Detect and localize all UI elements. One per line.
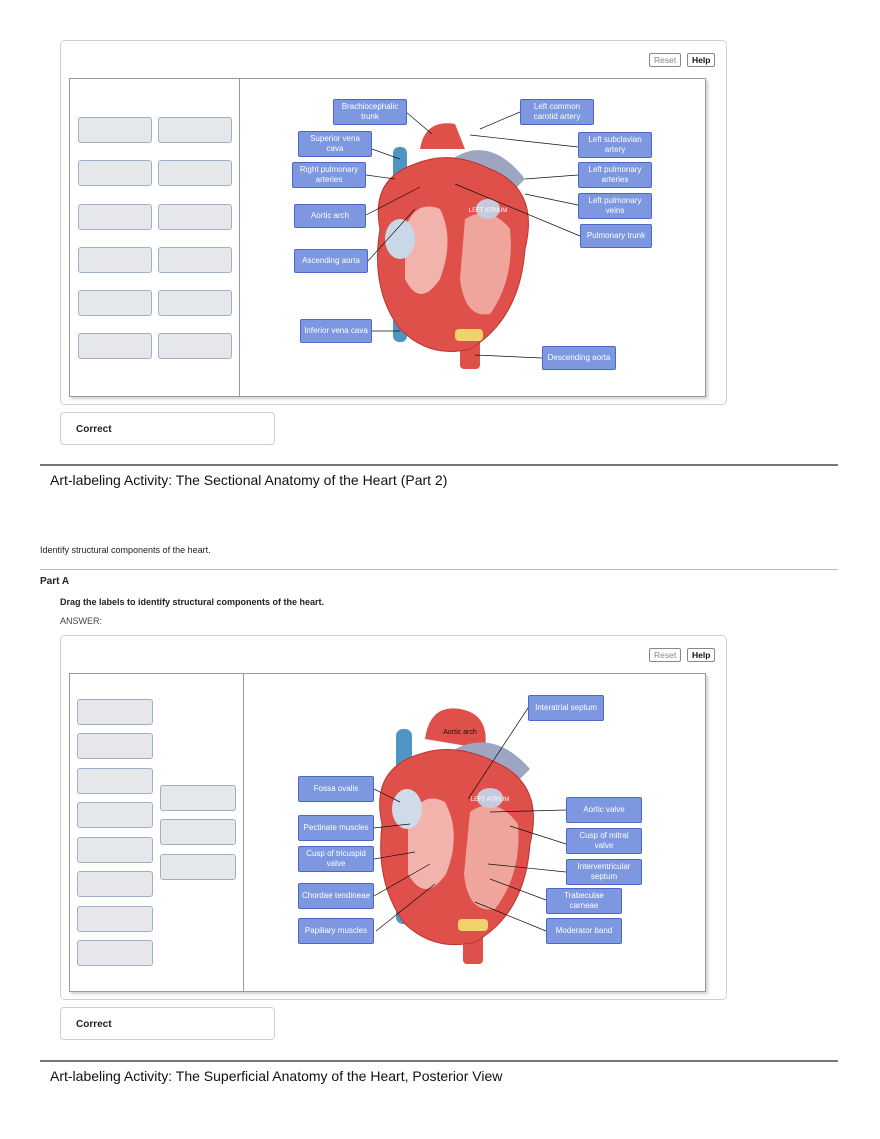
label-fossa-ovalis[interactable]: Fossa ovalis <box>298 776 374 802</box>
left-atrium-text: LEFT ATRIUM <box>469 208 507 214</box>
label-cusp-of-mitral-valve[interactable]: Cusp of mitral valve <box>566 828 642 854</box>
feedback-correct: Correct <box>60 1007 275 1040</box>
reset-button[interactable]: Reset <box>649 53 682 67</box>
label-right-pulmonary-arteries[interactable]: Right pulmonary arteries <box>292 162 366 188</box>
instruction-text: Drag the labels to identify structural c… <box>60 597 325 607</box>
feedback-correct: Correct <box>60 412 275 445</box>
label-aortic-arch[interactable]: Aortic arch <box>294 204 366 228</box>
label-brachiocephalic-trunk[interactable]: Brachiocephalic trunk <box>333 99 407 125</box>
part-divider <box>40 569 838 570</box>
label-left-common-carotid-artery[interactable]: Left common carotid artery <box>520 99 594 125</box>
label-superior-vena-cava[interactable]: Superior vena cava <box>298 131 372 157</box>
part-heading: Part A <box>40 576 70 587</box>
label-descending-aorta[interactable]: Descending aorta <box>542 346 616 370</box>
label-papillary-muscles[interactable]: Papillary muscles <box>298 918 374 944</box>
label-left-pulmonary-arteries[interactable]: Left pulmonary arteries <box>578 162 652 188</box>
labeling-stage: Aortic arch LEFT ATRIUM Interatrial sept… <box>69 673 706 992</box>
right-atrium-region <box>392 789 422 829</box>
answer-label: ANSWER: <box>60 616 103 626</box>
label-chordae-tendineae[interactable]: Chordae tendineae <box>298 883 374 909</box>
section-divider <box>40 1060 838 1062</box>
help-button[interactable]: Help <box>687 53 716 67</box>
label-left-pulmonary-veins[interactable]: Left pulmonary veins <box>578 193 652 219</box>
labeling-activity-1: Reset Help LEFT ATRIUM Brachiocephalic t… <box>60 40 727 405</box>
label-ascending-aorta[interactable]: Ascending aorta <box>294 249 368 273</box>
label-aortic-valve[interactable]: Aortic valve <box>566 797 642 823</box>
label-interatrial-septum[interactable]: Interatrial septum <box>528 695 604 721</box>
aortic-arch-text: Aortic arch <box>443 729 477 736</box>
label-moderator-band[interactable]: Moderator band <box>546 918 622 944</box>
label-cusp-of-tricuspid-valve[interactable]: Cusp of tricuspid valve <box>298 846 374 872</box>
section-divider <box>40 464 838 466</box>
activity-title: Art-labeling Activity: The Superficial A… <box>50 1068 503 1084</box>
fat-tissue <box>455 329 483 341</box>
right-atrium-region <box>385 219 415 259</box>
activity-title: Art-labeling Activity: The Sectional Ana… <box>50 472 448 488</box>
intro-text: Identify structural components of the he… <box>40 545 211 555</box>
label-trabeculae-carneae[interactable]: Trabeculae carneae <box>546 888 622 914</box>
label-interventricular-septum[interactable]: Interventricular septum <box>566 859 642 885</box>
left-atrium-text: LEFT ATRIUM <box>471 797 509 803</box>
reset-button[interactable]: Reset <box>649 648 682 662</box>
label-pectinate-muscles[interactable]: Pectinate muscles <box>298 815 374 841</box>
fat-tissue <box>458 919 488 931</box>
help-button[interactable]: Help <box>687 648 716 662</box>
labeling-activity-2: Reset Help Aortic arch LEFT ATRIUM Inter… <box>60 635 727 1000</box>
labeling-stage: LEFT ATRIUM Brachiocephalic trunk Left c… <box>69 78 706 397</box>
label-pulmonary-trunk[interactable]: Pulmonary trunk <box>580 224 652 248</box>
aortic-arch-vessel <box>420 123 465 149</box>
label-inferior-vena-cava[interactable]: Inferior vena cava <box>300 319 372 343</box>
label-left-subclavian-artery[interactable]: Left subclavian artery <box>578 132 652 158</box>
